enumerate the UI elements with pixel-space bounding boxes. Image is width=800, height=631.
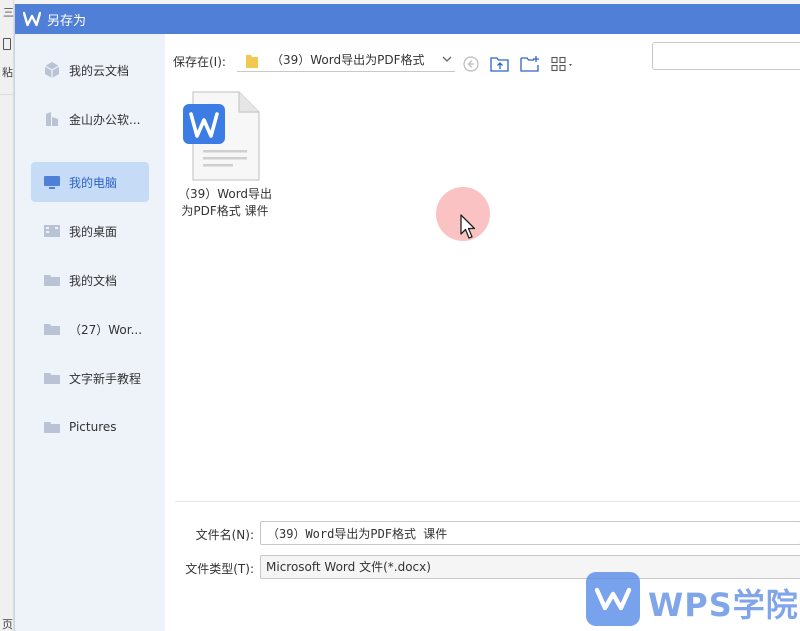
word-document-icon xyxy=(183,91,260,181)
sidebar-item-my-documents[interactable]: 我的文档 xyxy=(31,260,149,300)
sidebar-item-pictures[interactable]: Pictures xyxy=(31,407,149,447)
mouse-cursor-icon xyxy=(460,214,476,239)
sidebar-item-label: 金山办公软... xyxy=(69,112,141,127)
divider xyxy=(175,501,800,502)
view-mode-icon[interactable] xyxy=(550,54,578,74)
sidebar-item-my-computer[interactable]: 我的电脑 xyxy=(31,162,149,202)
folder-icon xyxy=(43,369,61,387)
up-folder-icon[interactable] xyxy=(490,54,510,74)
chevron-down-icon[interactable] xyxy=(441,53,453,65)
new-folder-icon[interactable] xyxy=(520,54,540,74)
current-path: （39）Word导出为PDF格式 xyxy=(271,53,425,67)
building-icon xyxy=(43,110,61,128)
sidebar: 我的云文档 金山办公软... 我的电脑 我的桌面 我的文档 （27）Wor...… xyxy=(15,34,165,631)
sidebar-item-desktop[interactable]: 我的桌面 xyxy=(31,211,149,251)
folder-icon xyxy=(43,271,61,289)
wps-logo-icon xyxy=(21,8,43,30)
search-input[interactable] xyxy=(652,42,800,70)
save-in-label: 保存在(I): xyxy=(173,55,226,69)
divider xyxy=(0,94,14,95)
sidebar-item-label: 我的电脑 xyxy=(69,175,118,190)
background-text: 粘 xyxy=(2,66,13,79)
filename-input[interactable] xyxy=(260,521,800,545)
watermark-text: WPS学院 xyxy=(648,586,799,624)
file-name: （39）Word导出为PDF格式 课件 xyxy=(177,187,273,218)
cloud-cube-icon xyxy=(43,61,61,79)
filetype-select[interactable]: Microsoft Word 文件(*.docx) xyxy=(260,555,800,579)
sidebar-item-label: 我的文档 xyxy=(69,273,118,288)
background-app-strip: 三 粘 页 xyxy=(0,0,14,631)
sidebar-item-label: 我的桌面 xyxy=(69,224,118,239)
sidebar-item-kingsoft[interactable]: 金山办公软... xyxy=(31,99,149,139)
sidebar-item-folder-27[interactable]: （27）Wor... xyxy=(31,309,149,349)
sidebar-item-label: Pictures xyxy=(69,420,117,434)
save-location-dropdown[interactable]: （39）Word导出为PDF格式 xyxy=(237,48,455,72)
back-icon[interactable] xyxy=(461,54,481,74)
sidebar-item-label: 文字新手教程 xyxy=(69,371,142,386)
dialog-title: 另存为 xyxy=(47,13,87,29)
sidebar-item-tutorial[interactable]: 文字新手教程 xyxy=(31,358,149,398)
file-item[interactable]: （39）Word导出为PDF格式 课件 xyxy=(177,90,277,220)
save-as-dialog: 另存为 我的云文档 金山办公软... 我的电脑 我的桌面 我的文档 （27）Wo… xyxy=(14,4,800,631)
folder-icon xyxy=(43,320,61,338)
folder-icon xyxy=(245,53,259,68)
dialog-titlebar[interactable]: 另存为 xyxy=(15,4,800,34)
menu-icon[interactable]: 三 xyxy=(3,4,14,20)
sidebar-item-cloud-docs[interactable]: 我的云文档 xyxy=(31,50,149,90)
folder-icon xyxy=(43,418,61,436)
filename-label: 文件名(N): xyxy=(195,528,254,542)
sidebar-item-label: 我的云文档 xyxy=(69,63,130,78)
sidebar-item-label: （27）Wor... xyxy=(69,322,143,337)
monitor-icon xyxy=(43,173,61,191)
desktop-icon xyxy=(43,222,61,240)
wps-academy-logo-icon xyxy=(586,572,640,626)
filetype-label: 文件类型(T): xyxy=(185,562,254,576)
paste-icon[interactable] xyxy=(3,38,11,50)
background-text: 页 xyxy=(2,618,13,631)
